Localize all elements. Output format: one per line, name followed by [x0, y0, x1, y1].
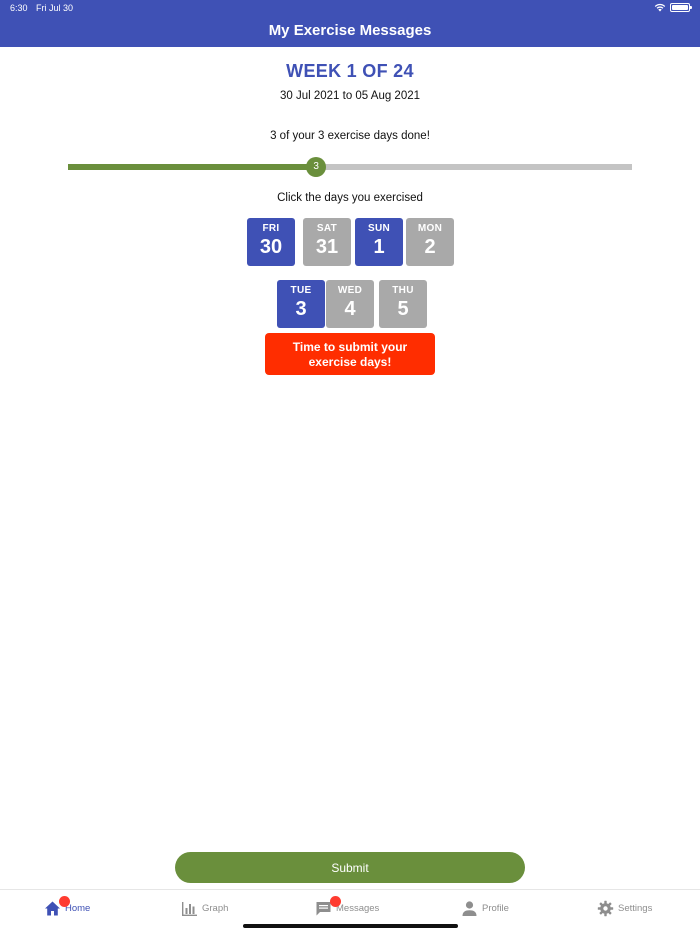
tab-label: Graph — [202, 902, 229, 914]
home-icon — [44, 895, 70, 917]
home-indicator — [243, 924, 458, 928]
day-tile-sun[interactable]: SUN 1 — [355, 218, 403, 266]
app-screen: 6:30 Fri Jul 30 My Exercise Messages WEE… — [0, 0, 700, 934]
day-name: THU — [392, 285, 414, 296]
bar-chart-icon — [181, 900, 198, 917]
notification-badge — [330, 895, 341, 907]
tab-graph[interactable]: Graph — [181, 898, 228, 918]
status-bar: 6:30 Fri Jul 30 — [0, 0, 700, 16]
reminder-line-1: Time to submit your — [292, 340, 408, 354]
status-time: 6:30 — [10, 3, 28, 13]
day-number: 31 — [315, 236, 339, 258]
day-number: 2 — [424, 236, 436, 258]
progress-text: 3 of your 3 exercise days done! — [270, 130, 430, 142]
battery-icon — [670, 2, 692, 12]
tab-label: Messages — [336, 902, 380, 914]
tab-messages[interactable]: Messages — [315, 895, 380, 918]
app-title: My Exercise Messages — [268, 22, 432, 39]
day-name: FRI — [262, 223, 280, 234]
tab-settings[interactable]: Settings — [597, 898, 652, 918]
gear-icon — [597, 900, 614, 917]
day-number: 3 — [295, 298, 307, 320]
day-tile-wed[interactable]: WED 4 — [326, 280, 374, 328]
day-tile-tue[interactable]: TUE 3 — [277, 280, 325, 328]
tab-label: Settings — [618, 902, 653, 914]
tab-label: Profile — [482, 902, 509, 914]
progress-thumb: 3 — [306, 157, 327, 177]
day-number: 1 — [373, 236, 385, 258]
status-date: Fri Jul 30 — [36, 3, 74, 13]
status-icons — [654, 2, 692, 12]
day-number: 4 — [344, 298, 356, 320]
submit-button[interactable]: Submit — [175, 852, 525, 883]
tab-home[interactable]: Home — [44, 895, 90, 918]
days-prompt: Click the days you exercised — [277, 192, 423, 204]
day-tile-mon[interactable]: MON 2 — [406, 218, 454, 266]
submit-reminder-banner: Time to submit your exercise days! — [265, 333, 435, 375]
day-tile-sat[interactable]: SAT 31 — [303, 218, 351, 266]
progress-bar: 3 — [68, 157, 632, 177]
week-date-range: 30 Jul 2021 to 05 Aug 2021 — [279, 90, 421, 102]
reminder-line-2: exercise days! — [308, 355, 392, 369]
day-name: MON — [417, 223, 443, 234]
day-name: TUE — [290, 285, 312, 296]
day-number: 5 — [397, 298, 409, 320]
notification-badge — [59, 895, 70, 907]
day-name: WED — [337, 285, 363, 296]
day-tile-thu[interactable]: THU 5 — [379, 280, 427, 328]
week-title: WEEK 1 OF 24 — [286, 61, 414, 81]
message-icon — [315, 895, 341, 917]
tab-profile[interactable]: Profile — [461, 898, 509, 918]
wifi-icon — [654, 3, 666, 12]
day-name: SUN — [367, 223, 390, 234]
app-header: 6:30 Fri Jul 30 My Exercise Messages — [0, 0, 700, 47]
day-tile-fri[interactable]: FRI 30 — [247, 218, 295, 266]
person-icon — [461, 900, 478, 917]
progress-fill — [68, 164, 317, 170]
day-number: 30 — [259, 236, 283, 258]
day-name: SAT — [316, 223, 338, 234]
